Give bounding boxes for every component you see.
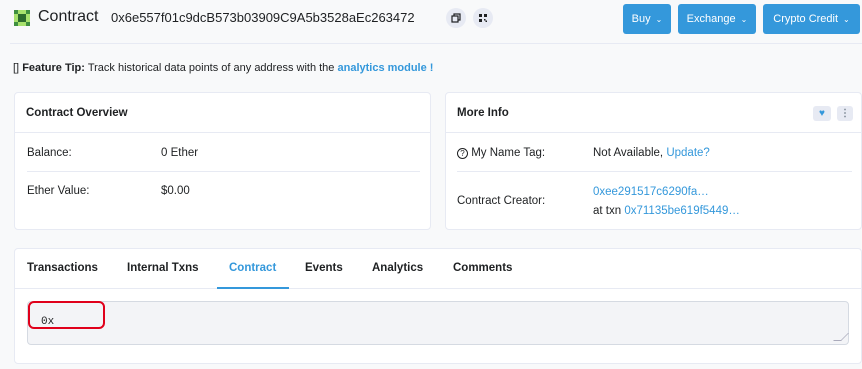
- tab-internal-txns[interactable]: Internal Txns: [127, 262, 199, 274]
- exchange-button-label: Exchange: [686, 13, 736, 25]
- tip-text: Track historical data points of any addr…: [87, 62, 335, 74]
- exchange-button[interactable]: Exchange ⌄: [678, 4, 756, 34]
- tab-transactions[interactable]: Transactions: [27, 262, 98, 274]
- contract-tabs-card: Transactions Internal Txns Contract Even…: [14, 248, 862, 364]
- chevron-down-icon: ⌄: [655, 14, 663, 24]
- heart-icon[interactable]: ♥: [813, 106, 831, 121]
- contract-overview-title: Contract Overview: [15, 93, 430, 133]
- crypto-credit-button-label: Crypto Credit: [773, 13, 839, 25]
- page-header: Contract 0x6e557f01c9dcB573b03909C9A5b35…: [0, 0, 862, 40]
- creator-label: Contract Creator:: [457, 195, 546, 207]
- update-name-tag-link[interactable]: Update?: [666, 147, 709, 159]
- creator-txn-row: at txn 0x71135be619f5449…: [593, 205, 740, 217]
- active-tab-indicator: [217, 287, 289, 289]
- tab-events[interactable]: Events: [305, 262, 343, 274]
- header-divider: [10, 43, 862, 44]
- more-options-icon[interactable]: ⋮: [837, 106, 853, 121]
- balance-value: 0 Ether: [161, 147, 199, 159]
- tabs-divider: [15, 288, 862, 289]
- buy-button-label: Buy: [631, 13, 651, 25]
- name-tag-label: My Name Tag:: [471, 147, 546, 159]
- analytics-module-link[interactable]: analytics module !: [337, 62, 433, 74]
- crypto-credit-button[interactable]: Crypto Credit ⌄: [763, 4, 860, 34]
- name-tag-value: Not Available,: [593, 147, 664, 159]
- creator-address-link[interactable]: 0xee291517c6290fa…: [593, 186, 709, 198]
- ether-value: $0.00: [161, 185, 190, 197]
- more-info-title: More Info: [446, 93, 861, 133]
- copy-icon[interactable]: [446, 8, 466, 28]
- chevron-down-icon: ⌄: [740, 14, 748, 24]
- name-tag-row: ? My Name Tag:: [457, 147, 545, 159]
- creator-txn-prefix: at txn: [593, 205, 622, 217]
- balance-label: Balance:: [27, 147, 72, 159]
- help-circle-icon: ?: [457, 148, 468, 159]
- row-divider: [27, 171, 420, 172]
- contract-overview-card: Contract Overview Balance: 0 Ether Ether…: [14, 92, 431, 230]
- contract-address: 0x6e557f01c9dcB573b03909C9A5b3528aEc2634…: [111, 10, 415, 25]
- name-tag-value-row: Not Available, Update?: [593, 147, 710, 159]
- creator-txn-link[interactable]: 0x71135be619f5449…: [624, 205, 740, 217]
- resize-handle[interactable]: [833, 333, 849, 341]
- tip-label: Feature Tip:: [22, 62, 85, 74]
- feature-tip: [] Feature Tip: Track historical data po…: [13, 62, 433, 74]
- chevron-down-icon: ⌄: [843, 14, 850, 24]
- page-title: Contract: [38, 8, 99, 25]
- ether-value-label: Ether Value:: [27, 185, 90, 197]
- buy-button[interactable]: Buy ⌄: [623, 4, 671, 34]
- contract-logo-icon: [14, 10, 30, 26]
- tip-icon: []: [13, 62, 20, 74]
- qr-code-icon[interactable]: [473, 8, 493, 28]
- tab-contract[interactable]: Contract: [229, 262, 276, 274]
- more-info-card: More Info ♥ ⋮ ? My Name Tag: Not Availab…: [445, 92, 862, 230]
- highlight-annotation: [28, 301, 105, 329]
- contract-code-textarea[interactable]: 0x: [27, 301, 849, 345]
- tab-analytics[interactable]: Analytics: [372, 262, 423, 274]
- row-divider: [457, 171, 852, 172]
- tab-comments[interactable]: Comments: [453, 262, 512, 274]
